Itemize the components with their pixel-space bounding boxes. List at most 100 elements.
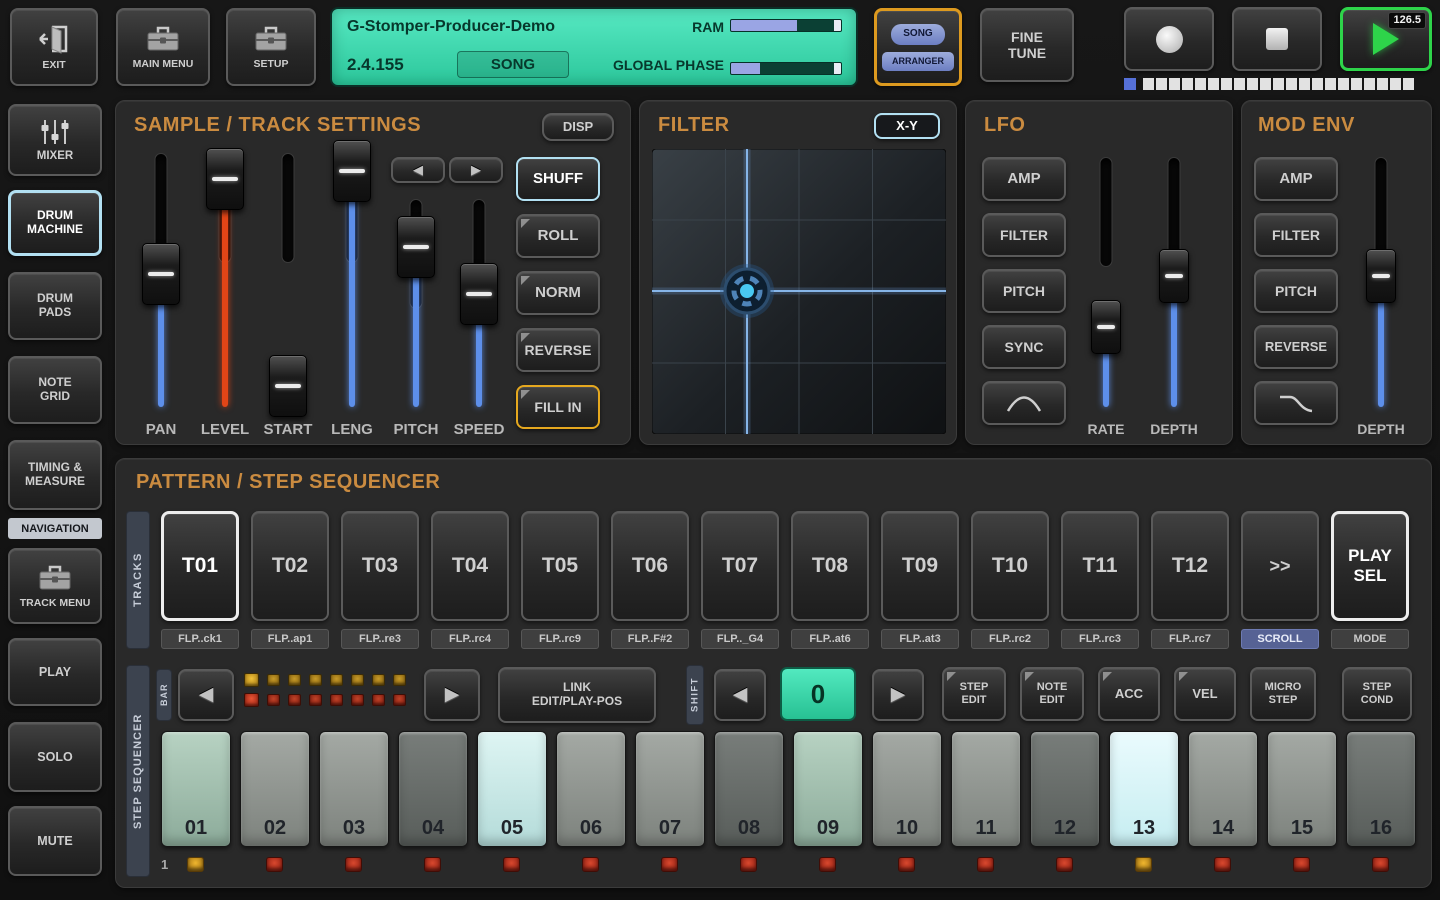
lfo-rate-slider[interactable]: [1084, 157, 1128, 415]
track-button-t06[interactable]: T06: [611, 511, 689, 621]
sidebar-item-track-menu[interactable]: TRACK MENU: [8, 548, 102, 624]
step-button-13[interactable]: 13: [1109, 731, 1179, 847]
track-sample-badge[interactable]: FLP..F#2: [611, 629, 689, 649]
xy-mode-button[interactable]: X-Y: [874, 113, 940, 139]
step-button-04[interactable]: 04: [398, 731, 468, 847]
sidebar-item-note-grid[interactable]: NOTE GRID: [8, 356, 102, 424]
main-menu-button[interactable]: MAIN MENU: [116, 8, 210, 86]
arranger-mode-pill[interactable]: ARRANGER: [882, 52, 954, 71]
lcd-mode-song[interactable]: SONG: [457, 51, 569, 78]
song-mode-pill[interactable]: SONG: [891, 24, 945, 45]
exit-button[interactable]: EXIT: [10, 8, 98, 86]
step-button-16[interactable]: 16: [1346, 731, 1416, 847]
step-button-01[interactable]: 01: [161, 731, 231, 847]
track-button-t04[interactable]: T04: [431, 511, 509, 621]
step-button-08[interactable]: 08: [714, 731, 784, 847]
step-button-11[interactable]: 11: [951, 731, 1021, 847]
track-sample-badge[interactable]: FLP..rc7: [1151, 629, 1229, 649]
track-button-t09[interactable]: T09: [881, 511, 959, 621]
step-edit-button[interactable]: STEP EDIT: [942, 667, 1006, 721]
sidebar-item-play[interactable]: PLAY: [8, 638, 102, 706]
track-button-t12[interactable]: T12: [1151, 511, 1229, 621]
step-button-10[interactable]: 10: [872, 731, 942, 847]
pan-slider[interactable]: [139, 153, 183, 415]
env-pitch-button[interactable]: PITCH: [1254, 269, 1338, 313]
length-slider[interactable]: [330, 153, 374, 415]
track-sample-badge[interactable]: FLP..rc2: [971, 629, 1049, 649]
step-button-06[interactable]: 06: [556, 731, 626, 847]
record-button[interactable]: [1124, 7, 1214, 71]
shuffle-button[interactable]: SHUFF: [516, 157, 600, 201]
track-sample-badge[interactable]: FLP..rc4: [431, 629, 509, 649]
track-button-t08[interactable]: T08: [791, 511, 869, 621]
track-sample-badge[interactable]: FLP..ck1: [161, 629, 239, 649]
lfo-sync-button[interactable]: SYNC: [982, 325, 1066, 369]
lfo-waveform-button[interactable]: [982, 381, 1066, 425]
disp-button[interactable]: DISP: [542, 113, 614, 141]
step-button-12[interactable]: 12: [1030, 731, 1100, 847]
step-button-14[interactable]: 14: [1188, 731, 1258, 847]
sidebar-item-mute[interactable]: MUTE: [8, 806, 102, 876]
slider-thumb[interactable]: [142, 243, 180, 305]
bar-next-button[interactable]: ▶: [424, 669, 480, 721]
filter-xy-pad[interactable]: [652, 149, 946, 434]
bar-prev-button[interactable]: ◀: [178, 669, 234, 721]
lfo-pitch-button[interactable]: PITCH: [982, 269, 1066, 313]
track-scroll-button[interactable]: >>: [1241, 511, 1319, 621]
track-sample-badge[interactable]: FLP..at6: [791, 629, 869, 649]
sidebar-item-solo[interactable]: SOLO: [8, 722, 102, 792]
step-button-09[interactable]: 09: [793, 731, 863, 847]
xy-pad-surface[interactable]: [652, 149, 946, 434]
track-button-t02[interactable]: T02: [251, 511, 329, 621]
track-button-t01[interactable]: T01: [161, 511, 239, 621]
stop-button[interactable]: [1232, 7, 1322, 71]
slider-thumb[interactable]: [206, 148, 244, 210]
song-arranger-button[interactable]: SONG ARRANGER: [874, 8, 962, 86]
step-cond-button[interactable]: STEP COND: [1342, 667, 1412, 721]
sidebar-item-drum-pads[interactable]: DRUM PADS: [8, 272, 102, 340]
lfo-depth-slider[interactable]: [1152, 157, 1196, 415]
env-reverse-button[interactable]: REVERSE: [1254, 325, 1338, 369]
step-button-15[interactable]: 15: [1267, 731, 1337, 847]
slider-thumb[interactable]: [269, 355, 307, 417]
micro-step-button[interactable]: MICRO STEP: [1250, 667, 1316, 721]
normalize-button[interactable]: NORM: [516, 271, 600, 315]
accent-button[interactable]: ACC: [1098, 667, 1160, 721]
track-button-t10[interactable]: T10: [971, 511, 1049, 621]
speed-slider[interactable]: [457, 199, 501, 415]
track-button-t11[interactable]: T11: [1061, 511, 1139, 621]
sample-prev-button[interactable]: ◀: [391, 157, 445, 183]
sidebar-item-drum-machine[interactable]: DRUM MACHINE: [8, 190, 102, 256]
fine-tune-button[interactable]: FINE TUNE: [980, 8, 1074, 82]
step-button-02[interactable]: 02: [240, 731, 310, 847]
pitch-slider[interactable]: [394, 199, 438, 415]
step-button-07[interactable]: 07: [635, 731, 705, 847]
step-button-05[interactable]: 05: [477, 731, 547, 847]
env-filter-button[interactable]: FILTER: [1254, 213, 1338, 257]
slider-thumb[interactable]: [1159, 249, 1189, 303]
setup-button[interactable]: SETUP: [226, 8, 316, 86]
track-button-t05[interactable]: T05: [521, 511, 599, 621]
track-sample-badge[interactable]: FLP..rc3: [1061, 629, 1139, 649]
track-button-t07[interactable]: T07: [701, 511, 779, 621]
sidebar-item-timing-measure[interactable]: TIMING & MEASURE: [8, 440, 102, 510]
track-button-t03[interactable]: T03: [341, 511, 419, 621]
sidebar-item-mixer[interactable]: MIXER: [8, 104, 102, 176]
track-sample-badge[interactable]: FLP..rc9: [521, 629, 599, 649]
roll-button[interactable]: ROLL: [516, 214, 600, 258]
env-shape-button[interactable]: [1254, 381, 1338, 425]
slider-thumb[interactable]: [1091, 300, 1121, 354]
start-slider[interactable]: [266, 153, 310, 415]
bar-indicator-grid[interactable]: [244, 673, 406, 707]
sample-next-button[interactable]: ▶: [449, 157, 503, 183]
step-button-03[interactable]: 03: [319, 731, 389, 847]
slider-thumb[interactable]: [333, 140, 371, 202]
slider-thumb[interactable]: [460, 263, 498, 325]
track-sample-badge[interactable]: FLP..at3: [881, 629, 959, 649]
level-slider[interactable]: [203, 153, 247, 415]
track-sample-badge[interactable]: FLP..re3: [341, 629, 419, 649]
track-sample-badge[interactable]: FLP..ap1: [251, 629, 329, 649]
reverse-button[interactable]: REVERSE: [516, 328, 600, 372]
shift-right-button[interactable]: ▶: [872, 669, 924, 721]
lfo-amp-button[interactable]: AMP: [982, 157, 1066, 201]
